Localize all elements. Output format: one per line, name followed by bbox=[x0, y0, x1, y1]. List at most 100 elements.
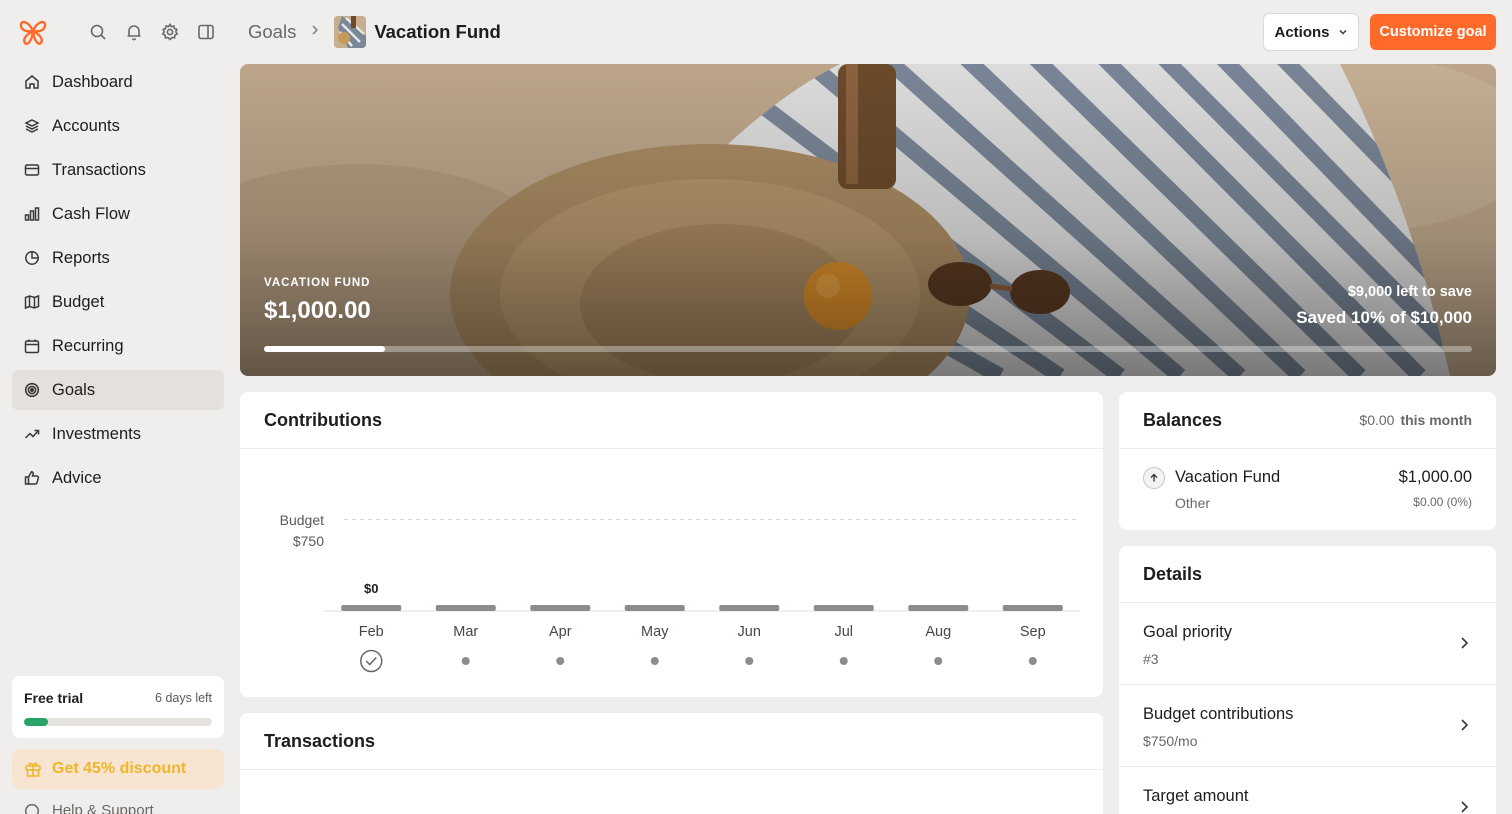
hero-goal-label: VACATION FUND bbox=[264, 277, 371, 289]
bar-value-label: $0 bbox=[364, 581, 378, 596]
sidebar-item-cash-flow[interactable]: Cash Flow bbox=[12, 194, 224, 234]
detail-row-target-amount[interactable]: Target amount bbox=[1119, 767, 1496, 814]
beach-photo-image bbox=[240, 64, 1496, 376]
balances-month-summary: $0.00 this month bbox=[1359, 412, 1472, 428]
trending-up-icon bbox=[24, 426, 40, 442]
balance-amount: $1,000.00 bbox=[1398, 468, 1472, 486]
sidebar-item-label: Reports bbox=[52, 248, 110, 267]
actions-label: Actions bbox=[1274, 23, 1330, 41]
sidebar-item-goals[interactable]: Goals bbox=[12, 370, 224, 410]
calendar-icon bbox=[24, 338, 40, 354]
sidebar-item-label: Accounts bbox=[52, 116, 120, 135]
free-trial-progress-fill bbox=[24, 718, 49, 726]
search-icon[interactable] bbox=[88, 22, 108, 42]
contribution-bar[interactable] bbox=[530, 605, 591, 611]
balances-title: Balances bbox=[1143, 409, 1223, 430]
logo-butterfly-icon[interactable] bbox=[18, 16, 48, 48]
budget-line-label: Budget bbox=[280, 512, 324, 528]
discount-button[interactable]: Get 45% discount bbox=[12, 749, 224, 789]
detail-value: $750/mo bbox=[1143, 733, 1198, 749]
month-tick-label: Jul bbox=[834, 624, 853, 640]
sidebar-item-investments[interactable]: Investments bbox=[12, 414, 224, 454]
bar-chart-icon bbox=[24, 206, 40, 222]
sidebar-item-accounts[interactable]: Accounts bbox=[12, 106, 224, 146]
goal-thumbnail-image bbox=[334, 16, 367, 48]
detail-row-goal-priority[interactable]: Goal priority #3 bbox=[1119, 603, 1496, 685]
contribution-bar[interactable] bbox=[1002, 605, 1063, 611]
month-tick-label: May bbox=[641, 624, 669, 640]
breadcrumb: Goals Vacation Fund bbox=[248, 16, 501, 48]
sidebar-item-label: Cash Flow bbox=[52, 204, 130, 223]
detail-row-budget-contributions[interactable]: Budget contributions $750/mo bbox=[1119, 685, 1496, 767]
balance-account-name: Vacation Fund bbox=[1175, 468, 1281, 486]
balances-card: Balances $0.00 this month Vacation Fund O… bbox=[1119, 392, 1496, 530]
contribution-bar[interactable] bbox=[435, 605, 496, 611]
sidebar-item-recurring[interactable]: Recurring bbox=[12, 326, 224, 366]
transactions-card: Transactions bbox=[240, 713, 1103, 814]
sidebar: Dashboard Accounts Transactions Cash Flo… bbox=[0, 0, 236, 814]
sidebar-toggle-icon[interactable] bbox=[196, 22, 216, 42]
sidebar-item-transactions[interactable]: Transactions bbox=[12, 150, 224, 190]
bell-icon[interactable] bbox=[124, 22, 144, 42]
chevron-right-icon bbox=[1456, 635, 1472, 651]
details-title: Details bbox=[1143, 563, 1203, 584]
contribution-bar[interactable] bbox=[624, 605, 685, 611]
sidebar-item-label: Recurring bbox=[52, 336, 124, 355]
hero-saved-text: Saved 10% of $10,000 bbox=[1296, 308, 1472, 327]
detail-label: Budget contributions bbox=[1143, 705, 1294, 723]
contributions-title: Contributions bbox=[264, 409, 382, 430]
month-tick-label: Jun bbox=[738, 624, 761, 640]
month-tick-label: Feb bbox=[359, 624, 384, 640]
sidebar-item-label: Advice bbox=[52, 468, 102, 487]
breadcrumb-root-link[interactable]: Goals bbox=[248, 21, 296, 43]
contribution-bar[interactable] bbox=[719, 605, 780, 611]
actions-dropdown-button[interactable]: Actions bbox=[1263, 13, 1359, 51]
balance-change: $0.00 (0%) bbox=[1413, 495, 1472, 509]
chevron-right-icon bbox=[1456, 799, 1472, 814]
home-icon bbox=[24, 74, 40, 90]
sidebar-item-label: Goals bbox=[52, 380, 96, 399]
month-tick-label: Sep bbox=[1020, 624, 1046, 640]
gear-icon[interactable] bbox=[160, 22, 180, 42]
contributions-chart: Budget $750 $0 Feb Mar Apr May Jun Jul Aug Sep bbox=[240, 449, 1103, 697]
gift-icon bbox=[24, 760, 42, 778]
hero-left-to-save: $9,000 left to save bbox=[1347, 284, 1472, 300]
goal-progress-fill bbox=[264, 346, 385, 352]
help-support-link[interactable]: Help & Support bbox=[24, 802, 154, 814]
transactions-title: Transactions bbox=[264, 730, 376, 751]
thumbs-up-icon bbox=[24, 470, 40, 486]
sidebar-item-dashboard[interactable]: Dashboard bbox=[12, 62, 224, 102]
balance-account-type: Other bbox=[1175, 495, 1211, 511]
pending-dot-icon bbox=[556, 657, 565, 665]
month-tick-label: Apr bbox=[549, 624, 572, 640]
sidebar-nav: Dashboard Accounts Transactions Cash Flo… bbox=[12, 62, 224, 502]
chevron-right-icon bbox=[310, 23, 320, 41]
check-circle-icon bbox=[360, 649, 383, 673]
contribution-bar[interactable] bbox=[813, 605, 874, 611]
customize-goal-button[interactable]: Customize goal bbox=[1370, 14, 1496, 50]
pending-dot-icon bbox=[1028, 657, 1037, 665]
details-card: Details Goal priority #3 Budget contribu… bbox=[1119, 546, 1496, 814]
contributions-card: Contributions Budget $750 $0 Feb Mar Apr May… bbox=[240, 392, 1103, 697]
pending-dot-icon bbox=[461, 657, 470, 665]
pending-dot-icon bbox=[934, 657, 943, 665]
sidebar-item-budget[interactable]: Budget bbox=[12, 282, 224, 322]
detail-label: Goal priority bbox=[1143, 623, 1232, 641]
balance-row[interactable]: Vacation Fund Other $1,000.00 $0.00 (0%) bbox=[1119, 449, 1496, 529]
month-tick-label: Aug bbox=[925, 624, 951, 640]
balances-month-value: $0.00 bbox=[1359, 412, 1395, 428]
check-mark-icon bbox=[365, 656, 377, 666]
sidebar-item-advice[interactable]: Advice bbox=[12, 458, 224, 498]
chevron-down-icon bbox=[1338, 24, 1348, 41]
breadcrumb-current: Vacation Fund bbox=[374, 21, 501, 42]
contribution-bar[interactable] bbox=[341, 605, 402, 611]
goal-progress-bar bbox=[264, 346, 1472, 352]
sidebar-item-reports[interactable]: Reports bbox=[12, 238, 224, 278]
budget-line-value: $750 bbox=[293, 533, 324, 549]
sidebar-item-label: Dashboard bbox=[52, 72, 133, 91]
detail-label: Target amount bbox=[1143, 787, 1249, 805]
free-trial-card[interactable]: Free trial 6 days left bbox=[12, 676, 224, 738]
free-trial-days-left: 6 days left bbox=[155, 691, 212, 705]
customize-goal-label: Customize goal bbox=[1379, 24, 1487, 40]
contribution-bar[interactable] bbox=[908, 605, 969, 611]
